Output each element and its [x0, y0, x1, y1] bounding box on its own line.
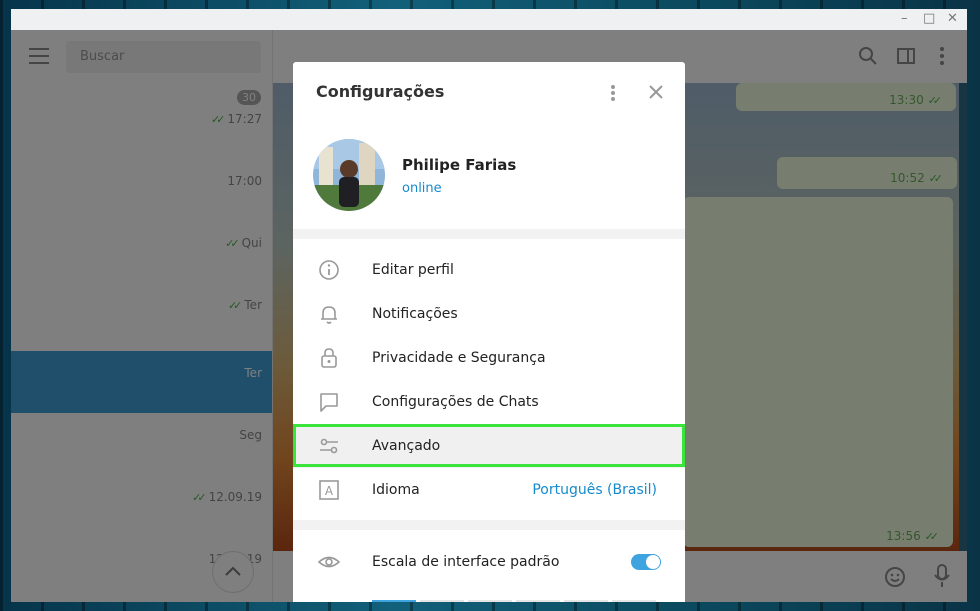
highlight-box: [293, 424, 685, 467]
bell-icon: [321, 306, 337, 324]
close-window-button[interactable]: ✕: [947, 12, 958, 26]
scale-segment[interactable]: [468, 600, 512, 602]
svg-text:A: A: [325, 484, 334, 498]
menu-item-edit-profile[interactable]: Editar perfil: [293, 248, 685, 292]
scale-segment[interactable]: [372, 600, 416, 602]
menu-item-label: Configurações de Chats: [372, 394, 539, 410]
toggle-knob: [646, 555, 660, 569]
language-value[interactable]: Português (Brasil): [532, 482, 657, 498]
telegram-window: – □ ✕ Buscar ✓✓17:273017:00✓✓Qui✓✓TerTer…: [11, 9, 967, 602]
interface-scale-toggle[interactable]: [631, 554, 661, 570]
dialog-title: Configurações: [316, 82, 445, 101]
chat-bubble-icon: [320, 393, 338, 412]
menu-item-notifications[interactable]: Notificações: [293, 292, 685, 336]
scale-segment[interactable]: [612, 600, 656, 602]
close-icon[interactable]: [648, 84, 664, 100]
eye-icon: [318, 556, 340, 568]
menu-item-language[interactable]: A Idioma Português (Brasil): [293, 468, 685, 512]
menu-item-privacy[interactable]: Privacidade e Segurança: [293, 336, 685, 380]
scale-segment[interactable]: [564, 600, 608, 602]
menu-item-label: Notificações: [372, 306, 458, 322]
menu-item-chat-settings[interactable]: Configurações de Chats: [293, 380, 685, 424]
minimize-button[interactable]: –: [901, 12, 908, 26]
menu-item-label: Privacidade e Segurança: [372, 350, 546, 366]
scale-segment[interactable]: [516, 600, 560, 602]
language-icon: A: [319, 480, 339, 500]
section-divider: [293, 229, 685, 239]
maximize-button[interactable]: □: [923, 12, 935, 26]
info-icon: [319, 260, 339, 280]
menu-item-label: Idioma: [372, 482, 420, 498]
lock-icon: [321, 348, 337, 368]
section-divider: [293, 520, 685, 530]
interface-scale-row[interactable]: Escala de interface padrão: [293, 540, 685, 584]
avatar[interactable]: [313, 139, 385, 211]
interface-scale-label: Escala de interface padrão: [372, 554, 560, 570]
menu-item-label: Editar perfil: [372, 262, 454, 278]
more-vertical-icon[interactable]: [609, 84, 617, 102]
app-body: Buscar ✓✓17:273017:00✓✓Qui✓✓TerTerSeg✓✓1…: [11, 30, 967, 602]
scale-segment[interactable]: [420, 600, 464, 602]
profile-status: online: [402, 181, 442, 196]
title-bar: – □ ✕: [11, 9, 967, 30]
profile-name: Philipe Farias: [402, 156, 517, 174]
settings-dialog: Configurações Philipe Farias online Edit…: [293, 62, 685, 602]
